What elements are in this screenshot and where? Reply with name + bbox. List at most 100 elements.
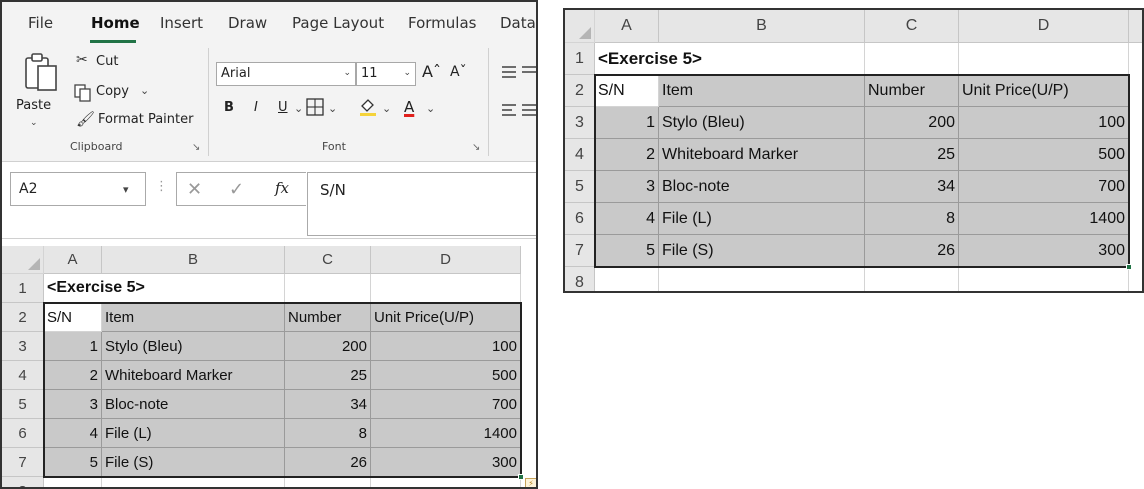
column-header-a[interactable]: A [44, 246, 102, 274]
borders-icon[interactable] [306, 98, 324, 116]
table-cell[interactable]: 5 [44, 448, 102, 477]
column-header-d[interactable]: D [959, 10, 1129, 43]
table-cell[interactable]: 2 [595, 139, 659, 171]
table-cell[interactable]: File (S) [102, 448, 285, 477]
enter-icon[interactable]: ✓ [229, 179, 244, 200]
table-cell[interactable]: 25 [285, 361, 371, 390]
table-cell[interactable]: 100 [959, 107, 1129, 139]
align-top-icon[interactable] [502, 64, 538, 80]
row-header-7[interactable]: 7 [565, 235, 595, 267]
row-header-7[interactable]: 7 [2, 448, 44, 477]
dialog-launcher-icon[interactable]: ↘ [472, 142, 480, 153]
table-cell[interactable]: Whiteboard Marker [102, 361, 285, 390]
cell[interactable] [959, 267, 1129, 291]
fill-handle[interactable] [1126, 264, 1132, 270]
table-cell[interactable]: 300 [959, 235, 1129, 267]
table-header-cell[interactable]: Item [102, 303, 285, 332]
cell[interactable] [959, 43, 1129, 75]
table-cell[interactable]: 2 [44, 361, 102, 390]
column-header-c[interactable]: C [285, 246, 371, 274]
table-header-cell[interactable]: Item [659, 75, 865, 107]
cell[interactable] [285, 274, 371, 303]
table-cell[interactable]: 300 [371, 448, 521, 477]
bold-button[interactable]: B [224, 100, 234, 115]
row-header-8[interactable]: 8 [565, 267, 595, 291]
formula-input[interactable]: S/N [307, 172, 536, 236]
cell[interactable] [595, 267, 659, 291]
table-cell[interactable]: 26 [865, 235, 959, 267]
table-cell[interactable]: 26 [285, 448, 371, 477]
table-cell[interactable]: 3 [44, 390, 102, 419]
row-header-1[interactable]: 1 [2, 274, 44, 303]
table-cell[interactable]: 8 [865, 203, 959, 235]
table-header-cell[interactable]: Number [285, 303, 371, 332]
column-header-a[interactable]: A [595, 10, 659, 43]
tab-data[interactable]: Data [500, 14, 536, 32]
align-left-icon[interactable] [502, 102, 538, 118]
table-cell[interactable]: Bloc-note [659, 171, 865, 203]
tab-file[interactable]: File [28, 14, 53, 32]
table-cell[interactable]: File (S) [659, 235, 865, 267]
tab-formulas[interactable]: Formulas [408, 14, 476, 32]
tab-insert[interactable]: Insert [160, 14, 203, 32]
cell[interactable] [371, 274, 521, 303]
row-header-2[interactable]: 2 [2, 303, 44, 332]
tab-draw[interactable]: Draw [228, 14, 267, 32]
table-cell[interactable]: Whiteboard Marker [659, 139, 865, 171]
table-cell[interactable]: 500 [959, 139, 1129, 171]
quick-analysis-icon[interactable]: ⚡ [525, 478, 536, 487]
table-cell[interactable]: 700 [371, 390, 521, 419]
table-cell[interactable]: 500 [371, 361, 521, 390]
table-cell[interactable]: 5 [595, 235, 659, 267]
cell[interactable] [44, 477, 102, 487]
table-cell[interactable]: 200 [285, 332, 371, 361]
zoomed-worksheet-grid[interactable]: A B C D 1 2 3 4 5 6 7 8 <Exercise 5> S/N Item Number Uni… [563, 8, 1144, 293]
table-cell[interactable]: 1400 [371, 419, 521, 448]
font-color-button[interactable]: A [404, 98, 414, 116]
dialog-launcher-icon[interactable]: ↘ [192, 142, 200, 153]
row-header-3[interactable]: 3 [2, 332, 44, 361]
increase-font-size-icon[interactable]: Aˆ [422, 62, 441, 81]
fill-handle[interactable] [518, 474, 524, 480]
font-size-dropdown[interactable]: 11 ⌄ [356, 62, 416, 86]
table-cell[interactable]: 1400 [959, 203, 1129, 235]
column-header-c[interactable]: C [865, 10, 959, 43]
cell[interactable] [659, 267, 865, 291]
cell[interactable] [102, 477, 285, 487]
row-header-6[interactable]: 6 [565, 203, 595, 235]
table-cell[interactable]: 8 [285, 419, 371, 448]
cancel-icon[interactable]: ✕ [187, 179, 202, 200]
table-cell[interactable]: 200 [865, 107, 959, 139]
table-header-cell[interactable]: Unit Price(U/P) [959, 75, 1129, 107]
row-header-3[interactable]: 3 [565, 107, 595, 139]
column-header-b[interactable]: B [659, 10, 865, 43]
tab-home[interactable]: Home [91, 14, 140, 32]
table-cell[interactable]: Stylo (Bleu) [102, 332, 285, 361]
table-cell[interactable]: 700 [959, 171, 1129, 203]
table-cell[interactable]: File (L) [659, 203, 865, 235]
table-cell[interactable]: 25 [865, 139, 959, 171]
decrease-font-size-icon[interactable]: Aˇ [450, 64, 467, 80]
row-header-4[interactable]: 4 [2, 361, 44, 390]
row-header-5[interactable]: 5 [2, 390, 44, 419]
paste-button[interactable]: Paste ⌄ [16, 50, 68, 130]
exercise-title-cell[interactable]: <Exercise 5> [595, 43, 865, 75]
underline-button[interactable]: U [278, 100, 288, 115]
table-header-cell[interactable]: Number [865, 75, 959, 107]
table-header-cell[interactable]: S/N [44, 303, 102, 332]
table-cell[interactable]: File (L) [102, 419, 285, 448]
worksheet-grid[interactable]: ABCD12345678<Exercise 5>S/NItemNumberUni… [2, 246, 536, 487]
table-cell[interactable]: 4 [595, 203, 659, 235]
table-cell[interactable]: Bloc-note [102, 390, 285, 419]
row-header-4[interactable]: 4 [565, 139, 595, 171]
row-header-2[interactable]: 2 [565, 75, 595, 107]
table-cell[interactable]: 1 [595, 107, 659, 139]
cell[interactable] [371, 477, 521, 487]
italic-button[interactable]: I [254, 100, 258, 115]
name-box[interactable]: A2 ▾ [10, 172, 146, 206]
row-header-8[interactable]: 8 [2, 477, 44, 487]
table-cell[interactable]: Stylo (Bleu) [659, 107, 865, 139]
table-cell[interactable]: 100 [371, 332, 521, 361]
cell[interactable] [865, 43, 959, 75]
column-header-partial[interactable] [1129, 10, 1142, 43]
